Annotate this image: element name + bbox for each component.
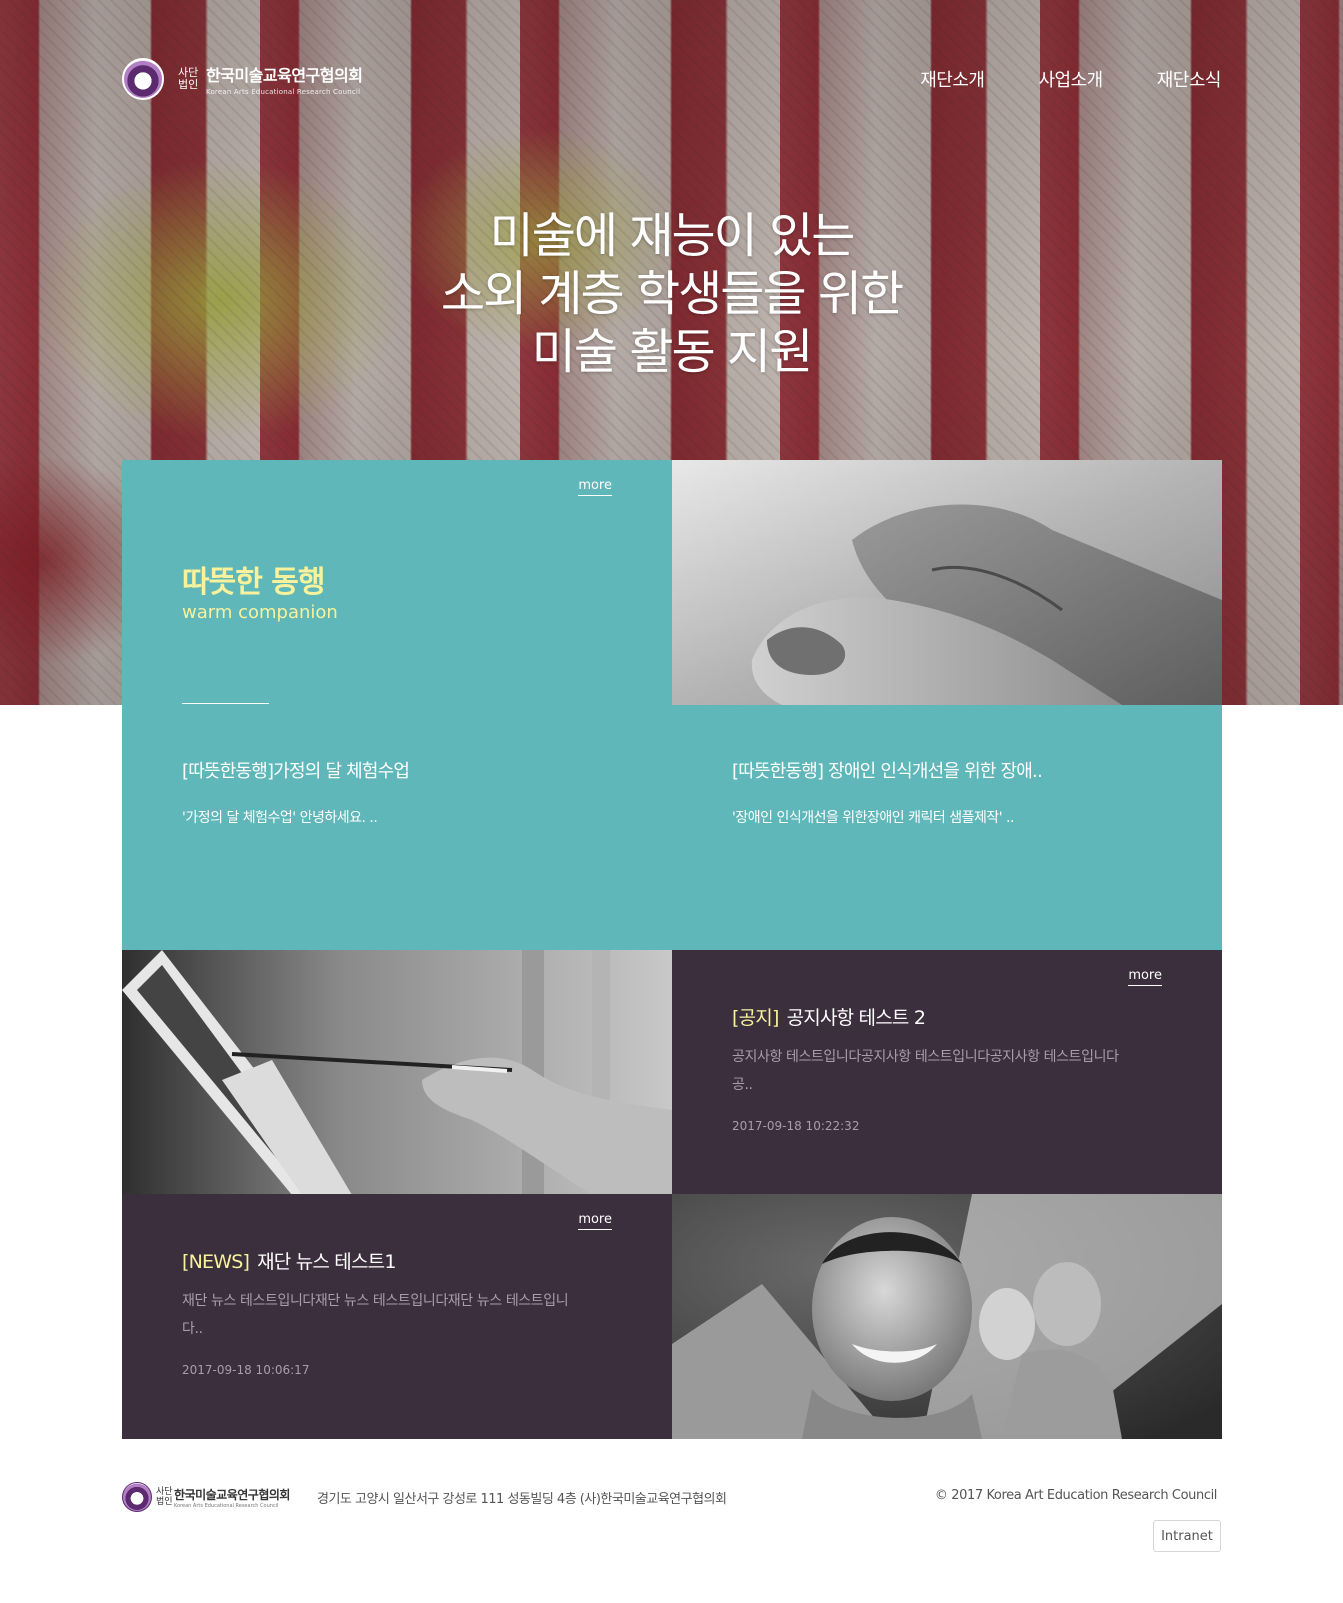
news-summary-line: 재단 뉴스 테스트입니다재단 뉴스 테스트입니다재단 뉴스 테스트입니 [182, 1293, 569, 1309]
logo-emblem-icon [122, 58, 164, 100]
painting-hand-photo [122, 950, 672, 1195]
notice-title-text: 공지사항 테스트 2 [786, 1007, 926, 1029]
notice-tag: [공지] [732, 1007, 779, 1029]
notice-summary-line: 공지사항 테스트입니다공지사항 테스트입니다공지사항 테스트입니다 [732, 1049, 1119, 1065]
content-grid: more 따뜻한 동행 warm companion [따뜻한동행]가정의 달 … [122, 460, 1222, 1439]
news-tag: [NEWS] [182, 1251, 250, 1273]
notice-summary: 공지사항 테스트입니다공지사항 테스트입니다공지사항 테스트입니다 공.. [732, 1043, 1162, 1099]
news-summary-line: 다.. [182, 1321, 203, 1337]
nav-item-news[interactable]: 재단소식 [1157, 66, 1222, 92]
logo-corp-label: 사단 법인 [178, 66, 199, 91]
footer-copyright: © 2017 Korea Art Education Research Coun… [934, 1488, 1218, 1503]
notice-date: 2017-09-18 10:22:32 [732, 1119, 860, 1133]
site-logo[interactable]: 사단 법인 한국미술교육연구협의회 Korean Arts Educationa… [122, 58, 363, 100]
post-title[interactable]: [따뜻한동행]가정의 달 체험수업 [182, 757, 410, 783]
news-more-link[interactable]: more [578, 1212, 612, 1230]
hero-title-line: 미술 활동 지원 [531, 324, 813, 380]
nav-item-about[interactable]: 재단소개 [920, 66, 985, 92]
family-photo [672, 1194, 1222, 1439]
hero-title-line: 소외 계층 학생들을 위한 [440, 266, 904, 322]
hero-title-line: 미술에 재능이 있는 [489, 208, 856, 264]
companion-more-link[interactable]: more [578, 478, 612, 496]
news-date: 2017-09-18 10:06:17 [182, 1363, 310, 1377]
handshake-photo [672, 460, 1222, 705]
companion-title: 따뜻한 동행 [182, 565, 325, 600]
news-panel[interactable]: more [NEWS] 재단 뉴스 테스트1 재단 뉴스 테스트입니다재단 뉴스 … [122, 1194, 672, 1439]
companion-subtitle: warm companion [182, 602, 338, 623]
logo-name: 한국미술교육연구협의회 [206, 66, 363, 85]
companion-panel: more 따뜻한 동행 warm companion [122, 460, 672, 705]
post-title[interactable]: [따뜻한동행] 장애인 인식개선을 위한 장애.. [732, 757, 1043, 783]
logo-english-name: Korean Arts Educational Research Council [206, 88, 361, 96]
notice-title[interactable]: [공지] 공지사항 테스트 2 [732, 1003, 926, 1030]
companion-post[interactable]: [따뜻한동행] 장애인 인식개선을 위한 장애.. '장애인 인식개선을 위한장… [672, 705, 1222, 950]
logo-emblem-icon [122, 1482, 152, 1512]
divider [182, 703, 269, 704]
news-title[interactable]: [NEWS] 재단 뉴스 테스트1 [182, 1247, 396, 1274]
news-summary: 재단 뉴스 테스트입니다재단 뉴스 테스트입니다재단 뉴스 테스트입니 다.. [182, 1287, 612, 1343]
main-nav: 재단소개 사업소개 재단소식 [920, 66, 1221, 92]
footer-logo[interactable]: 사단 법인 한국미술교육연구협의회 Korean Arts Educationa… [122, 1482, 290, 1512]
notice-summary-line: 공.. [732, 1077, 753, 1093]
footer-logo-name: 한국미술교육연구협의회 [174, 1487, 290, 1502]
news-title-text: 재단 뉴스 테스트1 [257, 1251, 396, 1273]
hero-title: 미술에 재능이 있는 소외 계층 학생들을 위한 미술 활동 지원 [0, 207, 1343, 381]
notice-panel[interactable]: more [공지] 공지사항 테스트 2 공지사항 테스트입니다공지사항 테스트입… [672, 950, 1222, 1195]
nav-item-business[interactable]: 사업소개 [1039, 66, 1104, 92]
companion-post[interactable]: [따뜻한동행]가정의 달 체험수업 '가정의 달 체험수업' 안녕하세요. .. [122, 705, 672, 950]
site-footer: 사단 법인 한국미술교육연구협의회 Korean Arts Educationa… [122, 1478, 1221, 1578]
notice-more-link[interactable]: more [1128, 968, 1162, 986]
footer-address: 경기도 고양시 일산서구 강성로 111 성동빌딩 4층 (사)한국미술교육연구… [317, 1492, 727, 1507]
post-summary: '가정의 달 체험수업' 안녕하세요. .. [182, 810, 378, 826]
footer-logo-corp-label: 사단 법인 [156, 1487, 173, 1507]
post-summary: '장애인 인식개선을 위한장애인 캐릭터 샘플제작' .. [732, 810, 1014, 826]
footer-logo-english-name: Korean Arts Educational Research Council [174, 1502, 279, 1509]
intranet-button[interactable]: Intranet [1153, 1520, 1221, 1552]
